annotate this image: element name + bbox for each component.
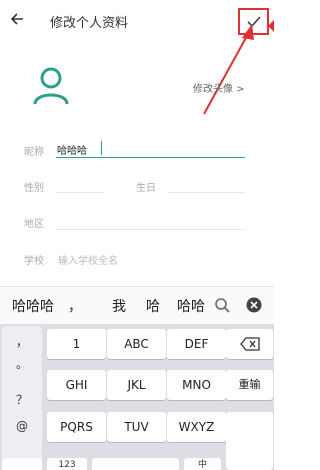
check-icon — [247, 16, 261, 28]
region-field[interactable] — [56, 229, 245, 230]
key-wxyz[interactable]: WXYZ — [167, 412, 226, 442]
number-key[interactable]: 123 — [47, 458, 87, 470]
text-caret — [101, 141, 102, 155]
key-1[interactable]: 1 — [47, 329, 106, 359]
candidate-item[interactable]: 哈哈哈 — [12, 296, 54, 316]
page-title: 修改个人资料 — [50, 16, 129, 31]
school-label: 学校 — [24, 256, 44, 267]
symbol-key[interactable]: 。 — [2, 348, 42, 380]
symbol-column: ， 。 ？ @ — [2, 326, 42, 470]
candidate-item[interactable]: ， — [68, 296, 82, 316]
region-label: 地区 — [24, 219, 44, 230]
gender-field[interactable] — [56, 192, 104, 193]
gender-label: 性别 — [24, 183, 44, 194]
key-mno[interactable]: MNO — [167, 370, 226, 400]
birthday-label: 生日 — [136, 183, 156, 194]
close-icon[interactable] — [246, 297, 262, 313]
header: 修改个人资料 — [0, 0, 274, 42]
nickname-input[interactable]: 哈哈哈 — [57, 142, 87, 157]
key-jkl[interactable]: JKL — [107, 370, 166, 400]
candidate-item[interactable]: 哈哈 — [177, 296, 205, 316]
language-switch-key[interactable]: 中 — [184, 458, 221, 470]
symbols-key[interactable] — [2, 458, 42, 470]
backspace-key[interactable] — [226, 329, 273, 359]
birthday-field[interactable] — [168, 192, 245, 193]
back-arrow-icon[interactable] — [10, 11, 30, 31]
key-tuv[interactable]: TUV — [107, 412, 166, 442]
key-abc[interactable]: ABC — [107, 329, 166, 359]
symbol-key[interactable]: @ — [2, 410, 42, 442]
search-icon[interactable] — [214, 297, 230, 313]
candidate-item[interactable]: 我 — [112, 296, 126, 316]
school-input[interactable]: 输入学校全名 — [58, 252, 118, 267]
enter-key[interactable] — [226, 412, 273, 470]
change-avatar-link[interactable]: 修改头像 > — [193, 80, 245, 95]
candidate-item[interactable]: 哈 — [146, 296, 160, 316]
avatar-icon[interactable] — [33, 66, 69, 106]
key-ghi[interactable]: GHI — [47, 370, 106, 400]
reenter-key[interactable]: 重输 — [226, 370, 273, 400]
key-pqrs[interactable]: PQRS — [47, 412, 106, 442]
backspace-icon — [239, 337, 260, 351]
key-def[interactable]: DEF — [167, 329, 226, 359]
space-key[interactable] — [92, 458, 179, 470]
confirm-button[interactable] — [238, 8, 269, 35]
ime-candidate-bar: 哈哈哈 ， 我 哈 哈哈 — [0, 286, 274, 325]
nickname-label: 昵称 — [24, 147, 44, 158]
nickname-underline — [56, 157, 245, 158]
